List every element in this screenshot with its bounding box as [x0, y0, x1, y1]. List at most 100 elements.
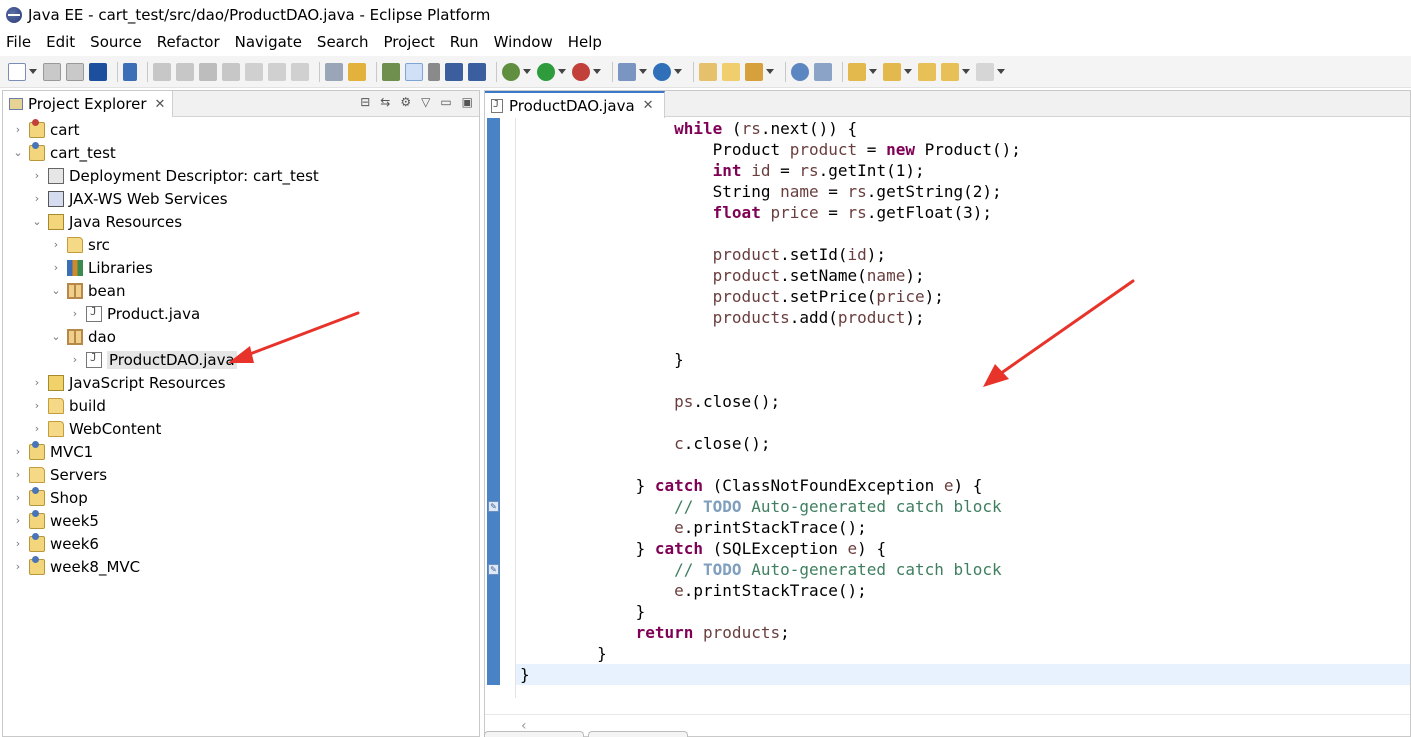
chevron-down-icon[interactable]: ⌄: [49, 330, 63, 343]
show-whitespace-icon[interactable]: [445, 62, 463, 81]
chevron-down-icon[interactable]: [997, 69, 1005, 74]
close-icon[interactable]: ✕: [155, 97, 166, 112]
open-task-icon[interactable]: [745, 62, 763, 81]
tree-item[interactable]: ⌄ dao: [49, 325, 116, 348]
tree-item[interactable]: › JavaScript Resources: [30, 371, 226, 394]
chevron-down-icon[interactable]: [523, 69, 531, 74]
bottom-tab[interactable]: [588, 731, 688, 737]
pin-icon[interactable]: [428, 62, 440, 81]
chevron-down-icon[interactable]: ⌄: [30, 215, 44, 228]
step-return-icon[interactable]: [291, 62, 309, 81]
open-console-icon[interactable]: [89, 62, 107, 81]
menu-project[interactable]: Project: [383, 33, 434, 51]
chevron-down-icon[interactable]: [766, 69, 774, 74]
chevron-right-icon[interactable]: ›: [30, 192, 44, 205]
chevron-right-icon[interactable]: ›: [49, 261, 63, 274]
tree-item[interactable]: › week8_MVC: [11, 555, 140, 578]
menu-source[interactable]: Source: [90, 33, 142, 51]
tree-item[interactable]: › week6: [11, 532, 99, 555]
chevron-right-icon[interactable]: ›: [11, 491, 25, 504]
tree-item[interactable]: › build: [30, 394, 106, 417]
tree-item[interactable]: › MVC1: [11, 440, 93, 463]
forward-icon[interactable]: [976, 62, 994, 81]
maximize-icon[interactable]: ▣: [462, 95, 473, 109]
tree-item[interactable]: › src: [49, 233, 110, 256]
search-refs-icon[interactable]: [814, 62, 832, 81]
menu-search[interactable]: Search: [317, 33, 369, 51]
tree-item[interactable]: › Shop: [11, 486, 88, 509]
tree-item[interactable]: › Servers: [11, 463, 107, 486]
menu-navigate[interactable]: Navigate: [235, 33, 302, 51]
menu-run[interactable]: Run: [450, 33, 479, 51]
menu-edit[interactable]: Edit: [46, 33, 75, 51]
chevron-down-icon[interactable]: [639, 69, 647, 74]
save-icon[interactable]: [43, 62, 61, 81]
chevron-down-icon[interactable]: [674, 69, 682, 74]
suspend-icon[interactable]: [176, 62, 194, 81]
menu-refactor[interactable]: Refactor: [157, 33, 220, 51]
new-icon[interactable]: [8, 62, 26, 81]
chevron-down-icon[interactable]: [904, 69, 912, 74]
chevron-right-icon[interactable]: ›: [11, 514, 25, 527]
chevron-right-icon[interactable]: ›: [30, 169, 44, 182]
menu-window[interactable]: Window: [494, 33, 553, 51]
collapse-all-icon[interactable]: ⊟: [360, 95, 370, 109]
chevron-right-icon[interactable]: ›: [30, 399, 44, 412]
chevron-down-icon[interactable]: [593, 69, 601, 74]
step-into-icon[interactable]: [245, 62, 263, 81]
menu-help[interactable]: Help: [568, 33, 602, 51]
chevron-down-icon[interactable]: [558, 69, 566, 74]
tree-item[interactable]: ⌄ Java Resources: [30, 210, 182, 233]
minimize-icon[interactable]: ▭: [440, 95, 451, 109]
chevron-right-icon[interactable]: ›: [68, 353, 82, 366]
chevron-right-icon[interactable]: ›: [11, 560, 25, 573]
tree-item[interactable]: › cart: [11, 118, 80, 141]
chevron-down-icon[interactable]: ⌄: [49, 284, 63, 297]
previous-annotation-icon[interactable]: [883, 62, 901, 81]
chevron-right-icon[interactable]: ›: [49, 238, 63, 251]
highlight-icon[interactable]: [405, 62, 423, 81]
back-icon[interactable]: [941, 62, 959, 81]
debug-icon[interactable]: [502, 62, 520, 81]
chevron-right-icon[interactable]: ›: [30, 422, 44, 435]
tree-item[interactable]: ⌄ cart_test: [11, 141, 116, 164]
chevron-right-icon[interactable]: ›: [11, 445, 25, 458]
filter-icon[interactable]: ⚙: [400, 95, 411, 109]
last-edit-icon[interactable]: [918, 62, 936, 81]
view-menu-icon[interactable]: ▽: [421, 95, 430, 109]
chevron-down-icon[interactable]: [29, 69, 37, 74]
globe-icon[interactable]: [791, 62, 809, 81]
tree-item[interactable]: › Deployment Descriptor: cart_test: [30, 164, 319, 187]
disconnect-icon[interactable]: [222, 62, 240, 81]
search-icon[interactable]: [382, 62, 400, 81]
chevron-right-icon[interactable]: ›: [11, 123, 25, 136]
tab-productdao-java[interactable]: ProductDAO.java ✕: [485, 91, 665, 118]
open-folder-icon[interactable]: [722, 62, 740, 81]
run-server-icon[interactable]: [572, 62, 590, 81]
chevron-down-icon[interactable]: [869, 69, 877, 74]
chevron-down-icon[interactable]: ⌄: [11, 146, 25, 159]
new-server-icon[interactable]: [618, 62, 636, 81]
close-icon[interactable]: ✕: [643, 98, 654, 113]
new-java-class-icon[interactable]: [653, 62, 671, 81]
tree-item[interactable]: › week5: [11, 509, 99, 532]
step-over-icon[interactable]: [268, 62, 286, 81]
run-icon[interactable]: [537, 62, 555, 81]
menu-file[interactable]: File: [6, 33, 31, 51]
open-type-icon[interactable]: [699, 62, 717, 81]
skip-breakpoints-icon[interactable]: [123, 62, 137, 81]
save-all-icon[interactable]: [66, 62, 84, 81]
chevron-down-icon[interactable]: [962, 69, 970, 74]
chevron-right-icon[interactable]: ›: [11, 468, 25, 481]
chevron-right-icon[interactable]: ›: [11, 537, 25, 550]
tree-item[interactable]: ⌄ bean: [49, 279, 125, 302]
tree-item[interactable]: › Product.java: [68, 302, 200, 325]
tree-item[interactable]: › WebContent: [30, 417, 162, 440]
mark-occurrences-icon[interactable]: [348, 62, 366, 81]
chevron-right-icon[interactable]: ›: [68, 307, 82, 320]
tree-item[interactable]: › Libraries: [49, 256, 153, 279]
next-annotation-icon[interactable]: [848, 62, 866, 81]
paragraph-icon[interactable]: [468, 62, 486, 81]
tab-project-explorer[interactable]: Project Explorer ✕: [3, 91, 173, 117]
resume-icon[interactable]: [153, 62, 171, 81]
